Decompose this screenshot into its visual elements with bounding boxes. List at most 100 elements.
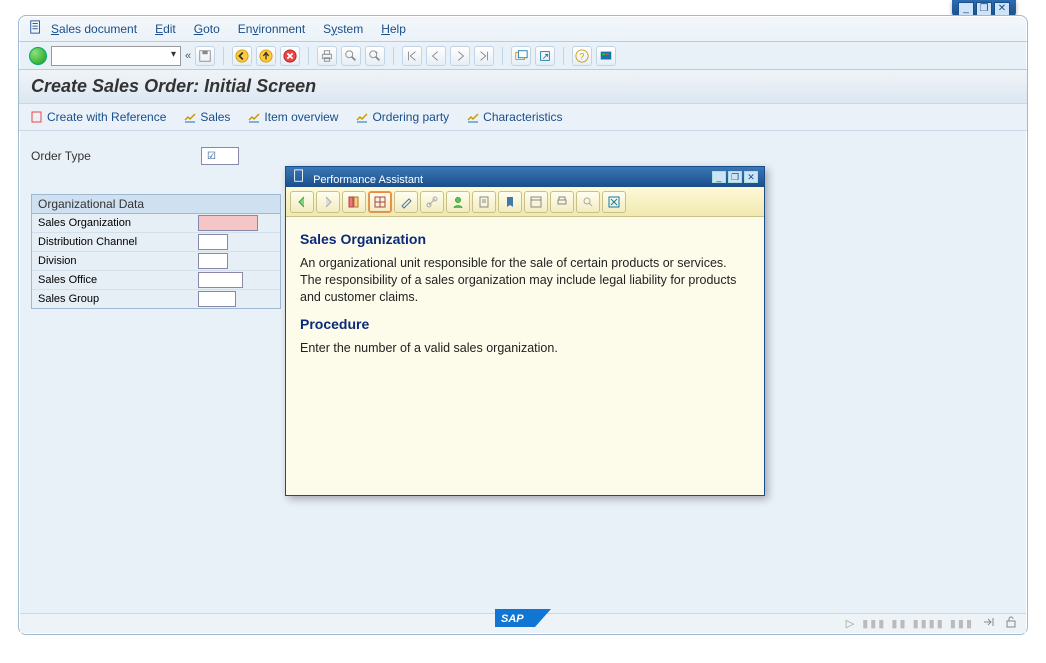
sales-label: Sales [200, 110, 230, 124]
close-button[interactable]: ✕ [994, 2, 1010, 16]
prev-page-button[interactable] [426, 46, 446, 66]
pa-title-text: Performance Assistant [313, 174, 423, 186]
find-next-button[interactable]: + [365, 46, 385, 66]
exit-button[interactable] [256, 46, 276, 66]
performance-assistant-window: Performance Assistant _ ❐ ✕ [285, 166, 765, 496]
pa-toolbar [286, 187, 764, 217]
next-page-button[interactable] [450, 46, 470, 66]
svg-text:+: + [375, 50, 378, 56]
pa-heading-2: Procedure [300, 316, 750, 332]
menubar: Sales document Edit Goto Environment Sys… [19, 16, 1027, 42]
sales-organization-input[interactable] [198, 215, 258, 231]
item-overview-icon [248, 111, 260, 123]
back-button[interactable] [232, 46, 252, 66]
row-distribution-channel: Distribution Channel [32, 233, 280, 252]
menu-help[interactable]: Help [381, 22, 406, 36]
pa-body: Sales Organization An organizational uni… [286, 217, 764, 495]
sales-office-input[interactable] [198, 272, 243, 288]
toolbar: « + ? [19, 42, 1027, 70]
pa-doc-icon [292, 174, 309, 186]
characteristics-icon [467, 111, 479, 123]
row-sales-group: Sales Group [32, 290, 280, 308]
sales-icon [184, 111, 196, 123]
pa-back-button[interactable] [290, 191, 314, 213]
pa-forward-button[interactable] [316, 191, 340, 213]
layout-button[interactable] [596, 46, 616, 66]
pa-restore-button[interactable]: ❐ [728, 171, 742, 183]
required-indicator-icon: ☑ [207, 151, 216, 162]
sales-group-label: Sales Group [38, 293, 198, 305]
division-input[interactable] [198, 253, 228, 269]
document-icon [29, 20, 43, 37]
pa-search-button[interactable] [576, 191, 600, 213]
sales-button[interactable]: Sales [184, 110, 230, 124]
pa-titlebar[interactable]: Performance Assistant _ ❐ ✕ [286, 167, 764, 187]
org-data-section-header: Organizational Data [31, 194, 281, 214]
page-title: Create Sales Order: Initial Screen [19, 70, 1027, 104]
pa-edit-button[interactable] [394, 191, 418, 213]
item-overview-label: Item overview [264, 110, 338, 124]
pa-print-button[interactable] [550, 191, 574, 213]
pa-app-help-button[interactable] [342, 191, 366, 213]
pa-minimize-button[interactable]: _ [712, 171, 726, 183]
ordering-party-button[interactable]: Ordering party [356, 110, 449, 124]
main-frame: Sales document Edit Goto Environment Sys… [18, 15, 1028, 635]
help-button[interactable]: ? [572, 46, 592, 66]
ordering-party-icon [356, 111, 368, 123]
action-strip: Create with Reference Sales Item overvie… [19, 104, 1027, 131]
minimize-button[interactable]: _ [958, 2, 974, 16]
pa-maximize-button[interactable] [524, 191, 548, 213]
sales-office-label: Sales Office [38, 274, 198, 286]
pa-tech-info-button[interactable] [368, 191, 392, 213]
sales-group-input[interactable] [198, 291, 236, 307]
layout-toggle-icon[interactable] [982, 615, 996, 632]
svg-text:SAP: SAP [501, 613, 524, 625]
menu-system[interactable]: System [323, 22, 363, 36]
org-data-grid: Sales Organization Distribution Channel … [31, 214, 281, 309]
sales-organization-label: Sales Organization [38, 217, 198, 229]
menu-edit[interactable]: Edit [155, 22, 176, 36]
svg-text:?: ? [580, 51, 585, 61]
pa-paragraph-2: Enter the number of a valid sales organi… [300, 340, 750, 357]
pa-link-button[interactable] [420, 191, 444, 213]
characteristics-button[interactable]: Characteristics [467, 110, 562, 124]
pa-close-button[interactable]: ✕ [744, 171, 758, 183]
lock-icon[interactable] [1004, 615, 1018, 632]
create-with-reference-button[interactable]: Create with Reference [31, 110, 166, 124]
print-button[interactable] [317, 46, 337, 66]
menu-goto[interactable]: Goto [194, 22, 220, 36]
first-page-button[interactable] [402, 46, 422, 66]
last-page-button[interactable] [474, 46, 494, 66]
cancel-button[interactable] [280, 46, 300, 66]
create-ref-label: Create with Reference [47, 110, 166, 124]
enter-button[interactable] [29, 47, 47, 65]
row-sales-organization: Sales Organization [32, 214, 280, 233]
play-icon[interactable]: ▷ [846, 617, 854, 630]
pa-exit-button[interactable] [602, 191, 626, 213]
menu-sales-document[interactable]: Sales document [51, 22, 137, 36]
characteristics-label: Characteristics [483, 110, 562, 124]
pa-notes-button[interactable] [472, 191, 496, 213]
menu-environment[interactable]: Environment [238, 22, 305, 36]
item-overview-button[interactable]: Item overview [248, 110, 338, 124]
shortcut-button[interactable] [535, 46, 555, 66]
distribution-channel-label: Distribution Channel [38, 236, 198, 248]
command-field[interactable] [51, 46, 181, 66]
sap-logo: SAP [495, 609, 551, 632]
pa-heading-1: Sales Organization [300, 231, 750, 247]
division-label: Division [38, 255, 198, 267]
pa-bookmark-button[interactable] [498, 191, 522, 213]
row-sales-office: Sales Office [32, 271, 280, 290]
save-button[interactable] [195, 46, 215, 66]
order-type-label: Order Type [31, 149, 201, 163]
new-session-button[interactable] [511, 46, 531, 66]
ordering-party-label: Ordering party [372, 110, 449, 124]
distribution-channel-input[interactable] [198, 234, 228, 250]
create-ref-icon [31, 111, 43, 123]
row-division: Division [32, 252, 280, 271]
restore-button[interactable]: ❐ [976, 2, 992, 16]
pa-paragraph-1: An organizational unit responsible for t… [300, 255, 750, 306]
status-system-info: ▮▮▮ ▮▮ ▮▮▮▮ ▮▮▮ [862, 617, 974, 630]
find-button[interactable] [341, 46, 361, 66]
pa-user-button[interactable] [446, 191, 470, 213]
